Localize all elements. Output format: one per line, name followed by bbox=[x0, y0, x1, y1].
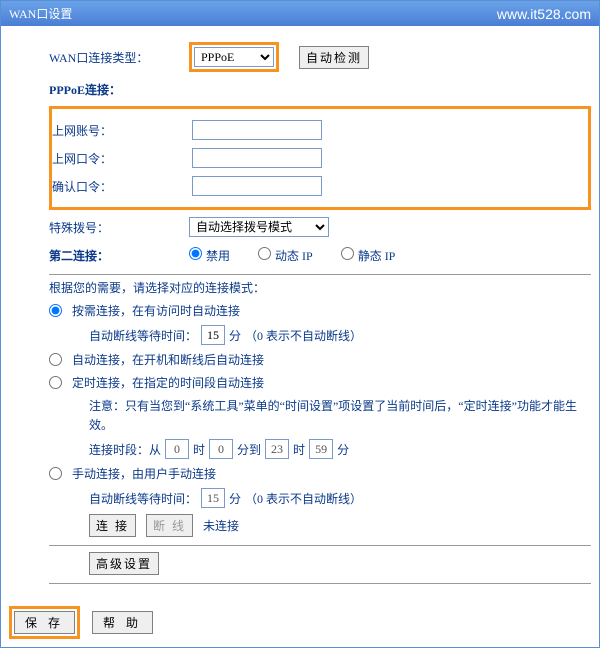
scheduled-note: 注意：只有当您到“系统工具”菜单的“时间设置”项设置了当前时间后，“定时连接”功… bbox=[89, 397, 591, 435]
connect-button[interactable]: 连 接 bbox=[89, 514, 136, 537]
highlight-wan-type: PPPoE bbox=[189, 42, 279, 72]
special-dial-label: 特殊拨号： bbox=[49, 219, 189, 236]
special-dial-select[interactable]: 自动选择拨号模式 bbox=[189, 217, 329, 237]
advanced-button[interactable]: 高级设置 bbox=[89, 552, 159, 575]
mode-auto-label: 自动连接，在开机和断线后自动连接 bbox=[72, 351, 264, 368]
period-m2-input[interactable] bbox=[309, 439, 333, 459]
confirm-input[interactable] bbox=[192, 176, 322, 196]
second-conn-static[interactable]: 静态 IP bbox=[341, 247, 396, 264]
save-button[interactable]: 保 存 bbox=[14, 611, 75, 634]
mode-scheduled-radio[interactable] bbox=[49, 376, 62, 389]
wan-type-label: WAN口连接类型： bbox=[49, 49, 189, 66]
idle-label: 自动断线等待时间： bbox=[89, 327, 197, 344]
wan-type-select[interactable]: PPPoE bbox=[194, 47, 274, 67]
idle-note: （0 表示不自动断线） bbox=[245, 327, 362, 344]
account-input[interactable] bbox=[192, 120, 322, 140]
mode-manual-label: 手动连接，由用户手动连接 bbox=[72, 465, 216, 482]
period-h1-input[interactable] bbox=[165, 439, 189, 459]
mode-ondemand-label: 按需连接，在有访问时自动连接 bbox=[72, 302, 240, 319]
idle-input[interactable] bbox=[201, 325, 225, 345]
mode-scheduled-label: 定时连接，在指定的时间段自动连接 bbox=[72, 374, 264, 391]
help-button[interactable]: 帮 助 bbox=[92, 611, 153, 634]
disconnect-button[interactable]: 断 线 bbox=[146, 514, 193, 537]
connection-status: 未连接 bbox=[203, 517, 239, 534]
mode-manual-radio[interactable] bbox=[49, 467, 62, 480]
highlight-credentials: 上网账号： 上网口令： 确认口令： bbox=[49, 106, 591, 210]
window-title: WAN口设置 bbox=[9, 5, 72, 22]
highlight-save: 保 存 bbox=[9, 606, 80, 639]
mode-intro: 根据您的需要，请选择对应的连接模式： bbox=[49, 279, 591, 296]
titlebar: WAN口设置 www.it528.com bbox=[1, 1, 599, 26]
autodetect-button[interactable]: 自动检测 bbox=[299, 46, 369, 69]
pppoe-section-title: PPPoE连接： bbox=[49, 81, 121, 98]
second-conn-dynamic[interactable]: 动态 IP bbox=[258, 247, 313, 264]
confirm-label: 确认口令： bbox=[52, 178, 192, 195]
password-label: 上网口令： bbox=[52, 150, 192, 167]
mode-auto-radio[interactable] bbox=[49, 353, 62, 366]
password-input[interactable] bbox=[192, 148, 322, 168]
account-label: 上网账号： bbox=[52, 122, 192, 139]
period-m1-input[interactable] bbox=[209, 439, 233, 459]
second-conn-disabled[interactable]: 禁用 bbox=[189, 247, 230, 264]
period-h2-input[interactable] bbox=[265, 439, 289, 459]
watermark: www.it528.com bbox=[497, 6, 591, 22]
manual-idle-input[interactable] bbox=[201, 488, 225, 508]
mode-ondemand-radio[interactable] bbox=[49, 304, 62, 317]
second-conn-label: 第二连接： bbox=[49, 247, 189, 264]
